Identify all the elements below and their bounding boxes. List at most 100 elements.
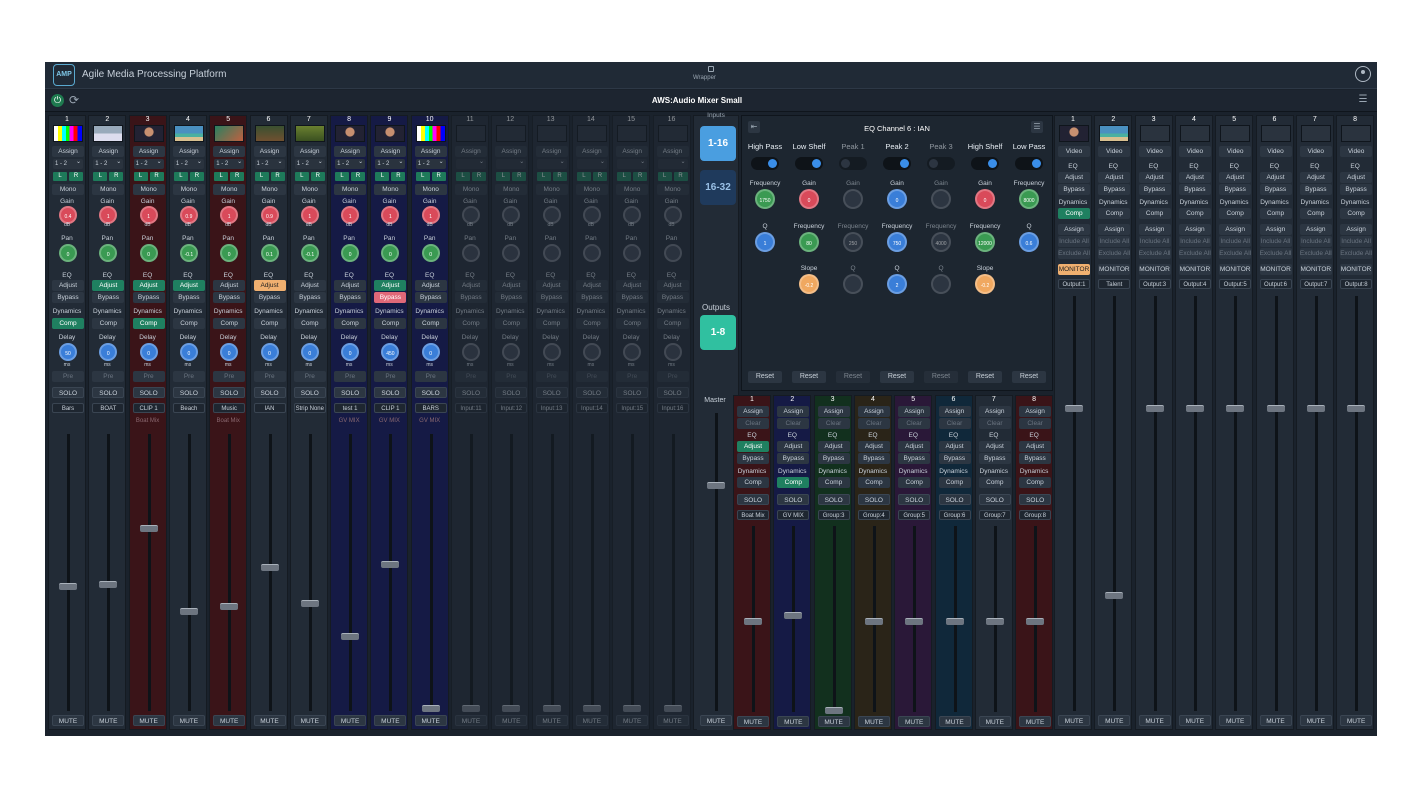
route-select[interactable]	[617, 157, 648, 169]
monitor-button[interactable]: MONITOR	[1299, 264, 1332, 275]
assign-button[interactable]: Assign	[777, 406, 810, 417]
tab-outputs-1-8[interactable]: 1-8	[700, 315, 736, 350]
band-param-2-knob[interactable]: 1	[755, 232, 775, 252]
mono-button[interactable]: Mono	[253, 184, 286, 195]
source-thumbnail[interactable]	[214, 125, 245, 142]
mono-button[interactable]: Mono	[414, 184, 447, 195]
channel-name[interactable]: BARS	[414, 403, 447, 413]
mono-button[interactable]: Mono	[52, 184, 84, 195]
left-button[interactable]: L	[53, 172, 67, 181]
output-name[interactable]: Output:7	[1299, 279, 1332, 289]
assign-button[interactable]: Assign	[1219, 224, 1252, 235]
output-name[interactable]: Talent	[1098, 279, 1131, 289]
pre-button[interactable]: Pre	[92, 371, 125, 382]
pan-knob[interactable]: 0	[381, 244, 400, 262]
pre-button[interactable]: Pre	[172, 371, 205, 382]
video-button[interactable]: Video	[1219, 146, 1252, 157]
left-button[interactable]: L	[657, 172, 672, 181]
channel-name[interactable]: Beach	[172, 403, 205, 413]
include-all-button[interactable]: Include All	[1299, 236, 1332, 247]
pan-knob[interactable]: 0	[59, 244, 77, 262]
band-param-2-knob[interactable]: 4000	[931, 232, 951, 252]
comp-button[interactable]: Comp	[414, 318, 447, 329]
assign-button[interactable]: Assign	[1098, 224, 1131, 235]
delay-knob[interactable]: 0	[421, 343, 440, 361]
comp-button[interactable]: Comp	[1098, 208, 1131, 219]
eq-adjust-button[interactable]: Adjust	[1340, 172, 1373, 183]
comp-button[interactable]: Comp	[1259, 208, 1292, 219]
route-select[interactable]	[657, 157, 688, 169]
mute-button[interactable]: MUTE	[1259, 715, 1292, 726]
group-name[interactable]: Boat Mix	[737, 510, 769, 520]
solo-button[interactable]: SOLO	[535, 387, 568, 398]
include-all-button[interactable]: Include All	[1178, 236, 1211, 247]
left-button[interactable]: L	[173, 172, 188, 181]
mute-button[interactable]: MUTE	[978, 716, 1011, 727]
assign-button[interactable]: Assign	[817, 406, 850, 417]
left-button[interactable]: L	[456, 172, 470, 181]
left-button[interactable]: L	[254, 172, 269, 181]
mute-button[interactable]: MUTE	[293, 715, 326, 726]
delay-knob[interactable]: 0	[99, 343, 118, 361]
delay-knob[interactable]: 0	[260, 343, 279, 361]
eq-adjust-button[interactable]: Adjust	[535, 280, 568, 291]
eq-bypass-button[interactable]: Bypass	[1098, 184, 1131, 195]
channel-name[interactable]: Input:11	[455, 403, 487, 413]
channel-fader[interactable]	[462, 705, 480, 713]
group-fader[interactable]	[864, 617, 883, 625]
output-name[interactable]: Output:6	[1259, 279, 1292, 289]
solo-button[interactable]: SOLO	[938, 494, 971, 505]
mono-button[interactable]: Mono	[172, 184, 205, 195]
band-param-1-knob[interactable]	[843, 189, 863, 209]
reset-button[interactable]: Reset	[748, 371, 782, 383]
delay-knob[interactable]: 0	[179, 343, 198, 361]
eq-adjust-button[interactable]: Adjust	[1219, 172, 1252, 183]
channel-fader[interactable]	[220, 602, 239, 610]
source-thumbnail[interactable]	[335, 125, 366, 142]
channel-name[interactable]: Input:16	[656, 403, 689, 413]
solo-button[interactable]: SOLO	[575, 387, 608, 398]
channel-fader[interactable]	[99, 580, 118, 588]
eq-bypass-button[interactable]: Bypass	[535, 292, 568, 303]
band-param-2-knob[interactable]: 12000	[975, 232, 995, 252]
eq-bypass-button[interactable]: Bypass	[334, 292, 367, 303]
reset-button[interactable]: Reset	[880, 371, 914, 383]
reset-button[interactable]: Reset	[924, 371, 958, 383]
eq-adjust-button[interactable]: Adjust	[898, 441, 931, 452]
route-select[interactable]: 1 - 2	[53, 157, 83, 169]
eq-adjust-button[interactable]: Adjust	[938, 441, 971, 452]
band-param-1-knob[interactable]: 8000	[1019, 189, 1039, 209]
assign-button[interactable]: Assign	[92, 146, 125, 157]
mono-button[interactable]: Mono	[132, 184, 165, 195]
output-thumbnail[interactable]	[1139, 125, 1170, 142]
mono-button[interactable]: Mono	[92, 184, 125, 195]
route-select[interactable]: 1 - 2	[133, 157, 164, 169]
include-all-button[interactable]: Include All	[1219, 236, 1252, 247]
comp-button[interactable]: Comp	[777, 477, 810, 488]
comp-button[interactable]: Comp	[656, 318, 689, 329]
assign-button[interactable]: Assign	[52, 146, 84, 157]
assign-button[interactable]: Assign	[857, 406, 890, 417]
user-icon[interactable]	[1355, 66, 1371, 82]
eq-bypass-button[interactable]: Bypass	[777, 453, 810, 464]
delay-knob[interactable]	[623, 343, 642, 361]
channel-fader[interactable]	[582, 705, 601, 713]
eq-adjust-button[interactable]: Adjust	[656, 280, 689, 291]
solo-button[interactable]: SOLO	[616, 387, 649, 398]
assign-button[interactable]: Assign	[334, 146, 367, 157]
monitor-button[interactable]: MONITOR	[1138, 264, 1171, 275]
solo-button[interactable]: SOLO	[656, 387, 689, 398]
assign-button[interactable]: Assign	[172, 146, 205, 157]
left-button[interactable]: L	[617, 172, 632, 181]
assign-button[interactable]: Assign	[414, 146, 447, 157]
solo-button[interactable]: SOLO	[132, 387, 165, 398]
mute-button[interactable]: MUTE	[414, 715, 447, 726]
pre-button[interactable]: Pre	[213, 371, 246, 382]
mute-button[interactable]: MUTE	[616, 715, 649, 726]
eq-adjust-button[interactable]: Adjust	[616, 280, 649, 291]
mute-button[interactable]: MUTE	[92, 715, 125, 726]
assign-button[interactable]: Assign	[455, 146, 487, 157]
comp-button[interactable]: Comp	[737, 477, 769, 488]
clear-button[interactable]: Clear	[817, 418, 850, 429]
assign-button[interactable]: Assign	[1178, 224, 1211, 235]
